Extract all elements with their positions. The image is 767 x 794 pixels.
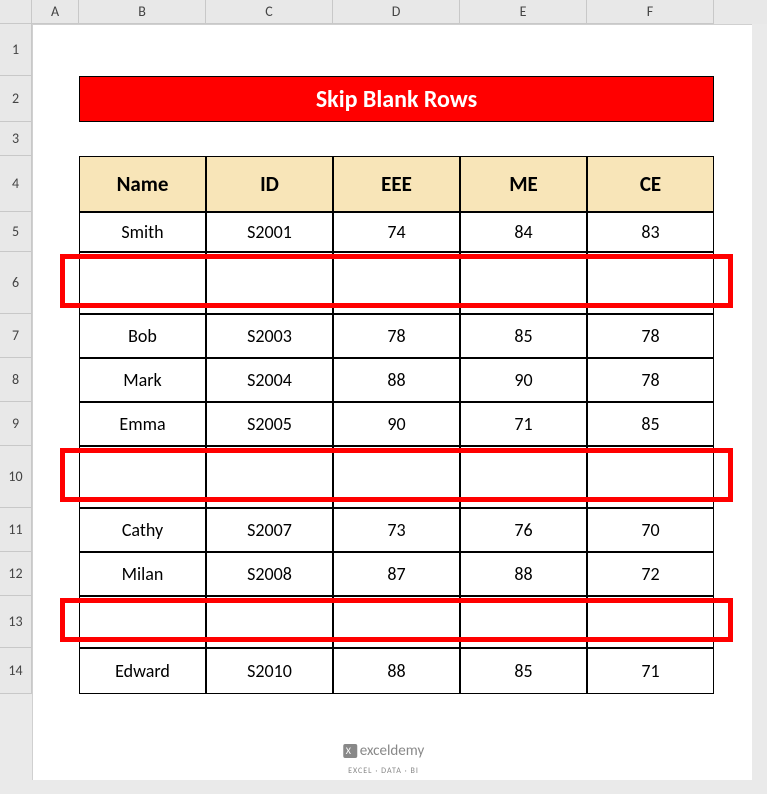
header-name[interactable]: Name bbox=[79, 156, 206, 212]
table-cell[interactable]: 78 bbox=[587, 358, 714, 402]
table-cell[interactable]: Cathy bbox=[79, 508, 206, 552]
row-header-4[interactable]: 4 bbox=[0, 156, 32, 212]
table-row: EdwardS2010888571 bbox=[79, 648, 714, 694]
row-header-9[interactable]: 9 bbox=[0, 402, 32, 446]
header-eee[interactable]: EEE bbox=[333, 156, 460, 212]
table-cell[interactable]: 71 bbox=[587, 648, 714, 694]
table-row: MilanS2008878872 bbox=[79, 552, 714, 596]
table-cell[interactable] bbox=[206, 252, 333, 314]
table-cell[interactable]: S2003 bbox=[206, 314, 333, 358]
table-cell[interactable]: Smith bbox=[79, 212, 206, 252]
table-row: BobS2003788578 bbox=[79, 314, 714, 358]
table-cell[interactable] bbox=[333, 596, 460, 648]
table-cell[interactable] bbox=[206, 596, 333, 648]
row-header-13[interactable]: 13 bbox=[0, 596, 32, 648]
table-cell[interactable]: Emma bbox=[79, 402, 206, 446]
watermark-tagline: EXCEL · DATA · BI bbox=[348, 766, 419, 776]
table-cell[interactable]: S2008 bbox=[206, 552, 333, 596]
table-cell[interactable] bbox=[79, 252, 206, 314]
header-id[interactable]: ID bbox=[206, 156, 333, 212]
table-cell[interactable]: 72 bbox=[587, 552, 714, 596]
table-cell[interactable] bbox=[333, 446, 460, 508]
excel-icon bbox=[343, 744, 357, 758]
table-cell[interactable]: 71 bbox=[460, 402, 587, 446]
header-ce[interactable]: CE bbox=[587, 156, 714, 212]
table-cell[interactable] bbox=[460, 252, 587, 314]
title-text: Skip Blank Rows bbox=[316, 85, 477, 114]
row-header-1[interactable]: 1 bbox=[0, 24, 32, 76]
table-cell[interactable] bbox=[460, 446, 587, 508]
table-cell[interactable]: Mark bbox=[79, 358, 206, 402]
table-cell[interactable]: 84 bbox=[460, 212, 587, 252]
table-cell[interactable] bbox=[333, 252, 460, 314]
table-cell[interactable]: 73 bbox=[333, 508, 460, 552]
table-cell[interactable]: Milan bbox=[79, 552, 206, 596]
row-header-12[interactable]: 12 bbox=[0, 552, 32, 596]
col-header-d[interactable]: D bbox=[333, 0, 460, 24]
table-cell[interactable]: 88 bbox=[333, 358, 460, 402]
col-header-b[interactable]: B bbox=[79, 0, 206, 24]
watermark-name: exceldemy bbox=[360, 742, 424, 760]
title-banner[interactable]: Skip Blank Rows bbox=[79, 76, 714, 122]
table-cell[interactable] bbox=[460, 596, 587, 648]
table-cell[interactable]: 90 bbox=[460, 358, 587, 402]
table-cell[interactable]: Edward bbox=[79, 648, 206, 694]
watermark: exceldemy EXCEL · DATA · BI bbox=[343, 742, 424, 778]
row-header-5[interactable]: 5 bbox=[0, 212, 32, 252]
row-header-6[interactable]: 6 bbox=[0, 252, 32, 314]
row-header-3[interactable]: 3 bbox=[0, 122, 32, 156]
table-cell[interactable]: 76 bbox=[460, 508, 587, 552]
data-table: Name ID EEE ME CE SmithS2001748483BobS20… bbox=[79, 156, 714, 694]
table-cell[interactable]: S2005 bbox=[206, 402, 333, 446]
table-header-row: Name ID EEE ME CE bbox=[79, 156, 714, 212]
table-row: SmithS2001748483 bbox=[79, 212, 714, 252]
table-cell[interactable]: S2010 bbox=[206, 648, 333, 694]
table-cell[interactable]: 85 bbox=[587, 402, 714, 446]
table-row: CathyS2007737670 bbox=[79, 508, 714, 552]
table-cell[interactable]: 85 bbox=[460, 314, 587, 358]
row-headers: 1 2 3 4 5 6 7 8 9 10 11 12 13 14 bbox=[0, 24, 32, 694]
row-header-11[interactable]: 11 bbox=[0, 508, 32, 552]
table-row bbox=[79, 252, 714, 314]
table-cell[interactable]: 87 bbox=[333, 552, 460, 596]
table-cell[interactable] bbox=[587, 252, 714, 314]
table-cell[interactable] bbox=[79, 596, 206, 648]
table-cell[interactable]: Bob bbox=[79, 314, 206, 358]
table-cell[interactable]: 74 bbox=[333, 212, 460, 252]
col-header-c[interactable]: C bbox=[206, 0, 333, 24]
table-cell[interactable] bbox=[587, 596, 714, 648]
table-cell[interactable]: S2004 bbox=[206, 358, 333, 402]
corner-cell bbox=[0, 0, 32, 24]
row-header-7[interactable]: 7 bbox=[0, 314, 32, 358]
table-cell[interactable] bbox=[206, 446, 333, 508]
table-cell[interactable]: S2007 bbox=[206, 508, 333, 552]
col-header-e[interactable]: E bbox=[460, 0, 587, 24]
table-cell[interactable]: 88 bbox=[460, 552, 587, 596]
table-cell[interactable] bbox=[587, 446, 714, 508]
col-header-f[interactable]: F bbox=[587, 0, 714, 24]
table-cell[interactable] bbox=[79, 446, 206, 508]
row-header-14[interactable]: 14 bbox=[0, 648, 32, 694]
table-row bbox=[79, 596, 714, 648]
table-cell[interactable]: 88 bbox=[333, 648, 460, 694]
column-headers: A B C D E F bbox=[0, 0, 767, 24]
table-cell[interactable]: 78 bbox=[587, 314, 714, 358]
table-cell[interactable]: S2001 bbox=[206, 212, 333, 252]
col-header-a[interactable]: A bbox=[32, 0, 79, 24]
table-row: EmmaS2005907185 bbox=[79, 402, 714, 446]
table-row bbox=[79, 446, 714, 508]
header-me[interactable]: ME bbox=[460, 156, 587, 212]
row-header-8[interactable]: 8 bbox=[0, 358, 32, 402]
table-cell[interactable]: 70 bbox=[587, 508, 714, 552]
row-header-10[interactable]: 10 bbox=[0, 446, 32, 508]
row-header-2[interactable]: 2 bbox=[0, 76, 32, 122]
table-cell[interactable]: 83 bbox=[587, 212, 714, 252]
table-cell[interactable]: 78 bbox=[333, 314, 460, 358]
table-row: MarkS2004889078 bbox=[79, 358, 714, 402]
table-cell[interactable]: 90 bbox=[333, 402, 460, 446]
table-cell[interactable]: 85 bbox=[460, 648, 587, 694]
